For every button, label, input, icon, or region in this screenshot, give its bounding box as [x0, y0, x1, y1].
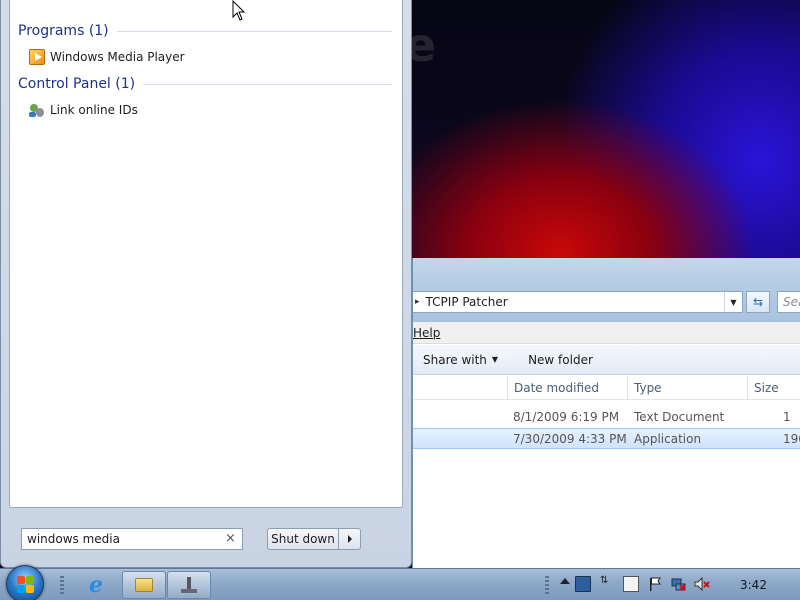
group-header-control-panel[interactable]: Control Panel (1)	[18, 74, 392, 94]
search-input[interactable]: Sea	[777, 291, 800, 313]
result-label: Link online IDs	[50, 103, 138, 117]
user-accounts-icon	[29, 102, 45, 118]
tcpip-patcher-icon	[181, 577, 197, 593]
clear-search-icon[interactable]: ×	[225, 532, 236, 546]
chevron-down-icon[interactable]: ▼	[724, 292, 742, 312]
file-row[interactable]: 8/1/2009 6:19 PM Text Document 1	[413, 407, 800, 428]
file-type: Application	[634, 432, 702, 446]
result-link-online-ids[interactable]: Link online IDs	[29, 100, 138, 120]
start-button[interactable]	[6, 565, 44, 600]
breadcrumb-path[interactable]: TCPIP Patcher	[426, 295, 724, 309]
group-header-programs[interactable]: Programs (1)	[18, 21, 392, 41]
file-size: 1	[783, 410, 791, 424]
action-center-flag-icon[interactable]	[647, 576, 663, 592]
file-date: 7/30/2009 4:33 PM	[513, 432, 627, 446]
result-label: Windows Media Player	[50, 50, 185, 64]
mouse-cursor-icon	[232, 0, 246, 21]
new-folder-button[interactable]: New folder	[528, 353, 593, 367]
share-with-label: Share with	[423, 352, 487, 367]
share-with-button[interactable]: Share with ▼	[423, 353, 498, 367]
show-hidden-icons[interactable]	[560, 578, 570, 584]
chevron-right-icon	[347, 535, 352, 543]
display-icon[interactable]	[575, 576, 591, 592]
column-headers: Date modified Type Size	[413, 376, 800, 400]
internet-explorer-icon: e	[89, 572, 103, 598]
divider	[116, 30, 392, 32]
chevron-down-icon: ▼	[491, 355, 499, 364]
search-results-pane: Programs (1) Windows Media Player Contro…	[9, 0, 403, 508]
volume-muted-icon[interactable]	[694, 576, 710, 592]
refresh-button[interactable]: ⇆	[746, 291, 770, 313]
result-windows-media-player[interactable]: Windows Media Player	[29, 47, 185, 67]
menu-bar: Help	[413, 322, 800, 344]
file-date: 8/1/2009 6:19 PM	[513, 410, 620, 424]
breadcrumb-separator[interactable]: ▸	[413, 297, 426, 307]
shut-down-options-button[interactable]	[339, 528, 361, 550]
clock[interactable]: 3:42	[740, 578, 767, 592]
explorer-window: ▸ TCPIP Patcher ▼ ⇆ Sea Help Share with …	[412, 258, 800, 570]
address-bar[interactable]: ▸ TCPIP Patcher ▼	[413, 291, 743, 313]
document-icon[interactable]	[623, 576, 639, 592]
file-row-selected[interactable]: 7/30/2009 4:33 PM Application 196	[413, 428, 800, 449]
column-header-type[interactable]: Type	[627, 376, 747, 400]
file-size: 196	[783, 432, 800, 446]
divider	[143, 83, 392, 85]
network-icon[interactable]	[671, 576, 687, 592]
windows-media-player-icon	[29, 49, 45, 65]
network-arrows-icon[interactable]: ⇅	[600, 575, 608, 591]
menu-help[interactable]: Help	[413, 326, 440, 340]
folder-icon	[135, 578, 153, 592]
start-search-input[interactable]	[21, 528, 243, 550]
taskbar-windows-explorer[interactable]	[122, 571, 166, 599]
tray-grip[interactable]	[545, 576, 549, 594]
start-menu: Programs (1) Windows Media Player Contro…	[0, 0, 412, 568]
file-type: Text Document	[634, 410, 725, 424]
taskbar-tcpip-patcher[interactable]	[167, 571, 211, 599]
shut-down-button[interactable]: Shut down	[267, 528, 339, 550]
group-label: Control Panel (1)	[18, 76, 136, 92]
refresh-icon: ⇆	[752, 295, 764, 309]
column-header-date-modified[interactable]: Date modified	[507, 376, 627, 400]
column-header-size[interactable]: Size	[747, 376, 800, 400]
command-bar: Share with ▼ New folder	[413, 345, 800, 375]
taskbar-grip[interactable]	[60, 576, 64, 594]
group-label: Programs (1)	[18, 23, 109, 39]
taskbar-internet-explorer[interactable]: e	[74, 571, 118, 599]
